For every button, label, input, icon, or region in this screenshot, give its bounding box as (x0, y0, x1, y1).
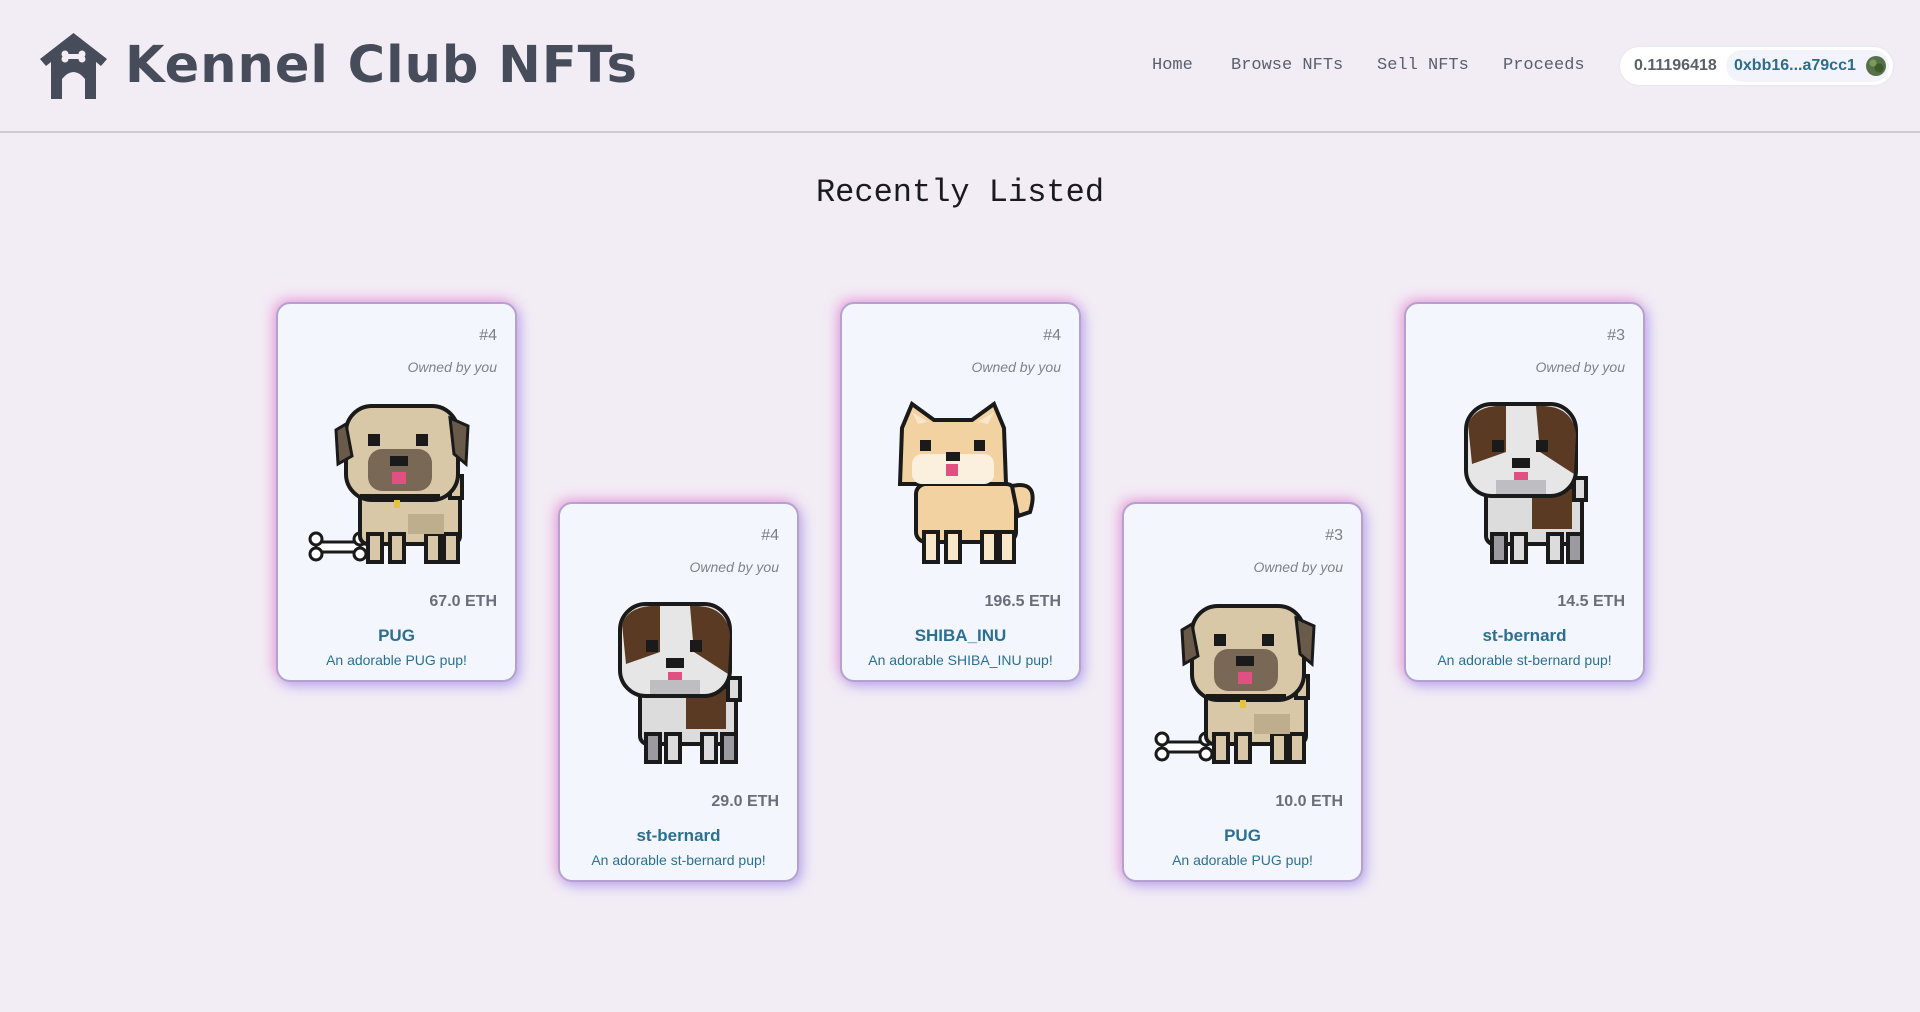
nav-proceeds-link[interactable]: Proceeds (1503, 55, 1585, 77)
nft-card[interactable]: #3 Owned by you 10.0 ETH PUG An adorable PUG… (1122, 502, 1363, 882)
wallet-connect-button[interactable]: 0.11196418 0xbb16...a79cc1 (1620, 47, 1893, 85)
nft-owner-label: Owned by you (407, 359, 498, 375)
nft-card[interactable]: #4 Owned by you 196.5 ETH SHIBA_INU An adora… (840, 302, 1081, 682)
pug-dog-image (308, 394, 488, 569)
nft-card[interactable]: #3 Owned by you 14.5 ETH st-bernard An adora… (1404, 302, 1645, 682)
nft-description: An adorable st-bernard pup! (591, 852, 766, 868)
page: Kennel Club NFTs Home Browse NFTs Sell N… (0, 0, 1920, 1012)
nav-browse-nfts-link[interactable]: Browse NFTs (1231, 55, 1343, 77)
nft-price: 196.5 ETH (984, 593, 1061, 610)
nft-description: An adorable PUG pup! (326, 652, 467, 668)
nft-description: An adorable st-bernard pup! (1437, 652, 1612, 668)
nft-owner-label: Owned by you (689, 559, 780, 575)
brand-title[interactable]: Kennel Club NFTs (125, 34, 638, 98)
pug-dog-image (1154, 594, 1334, 769)
nft-name: PUG (1224, 826, 1261, 845)
dog-house-icon[interactable] (40, 33, 107, 99)
nft-price: 67.0 ETH (429, 593, 497, 610)
nft-token-id: #4 (761, 527, 779, 544)
nft-card[interactable]: #4 Owned by you 29.0 ETH st-bernard An adora… (558, 502, 799, 882)
nft-token-id: #3 (1607, 327, 1625, 344)
nft-name: PUG (378, 626, 415, 645)
identicon-avatar-icon (1866, 56, 1886, 76)
nft-owner-label: Owned by you (971, 359, 1062, 375)
wallet-address: 0xbb16...a79cc1 (1734, 57, 1856, 74)
st-bernard-dog-image (590, 594, 770, 769)
section-title: Recently Listed (815, 174, 1105, 211)
nft-name: st-bernard (1482, 626, 1567, 645)
wallet-account-chip[interactable]: 0xbb16...a79cc1 (1726, 50, 1889, 82)
st-bernard-dog-image (1436, 394, 1616, 569)
nft-owner-label: Owned by you (1253, 559, 1344, 575)
nav-sell-nfts-link[interactable]: Sell NFTs (1377, 55, 1469, 77)
nft-description: An adorable PUG pup! (1172, 852, 1313, 868)
nft-price: 29.0 ETH (711, 793, 779, 810)
nft-name: st-bernard (636, 826, 721, 845)
nav-home-link[interactable]: Home (1152, 55, 1193, 77)
nft-price: 10.0 ETH (1275, 793, 1343, 810)
nft-token-id: #4 (479, 327, 497, 344)
nft-name: SHIBA_INU (914, 626, 1007, 645)
nft-owner-label: Owned by you (1535, 359, 1626, 375)
wallet-balance: 0.11196418 (1634, 57, 1717, 74)
nft-card[interactable]: #4 Owned by you 67.0 ETH PUG An adorable PUG… (276, 302, 517, 682)
nft-token-id: #4 (1043, 327, 1061, 344)
nft-description: An adorable SHIBA_INU pup! (868, 652, 1053, 668)
nft-price: 14.5 ETH (1557, 593, 1625, 610)
shiba-inu-dog-image (872, 394, 1052, 569)
nft-token-id: #3 (1325, 527, 1343, 544)
top-navbar: Kennel Club NFTs Home Browse NFTs Sell N… (0, 0, 1920, 133)
